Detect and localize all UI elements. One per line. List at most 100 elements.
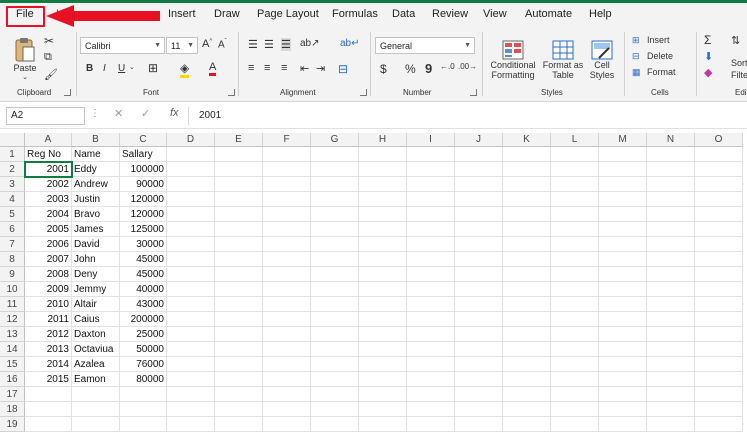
cell-k13[interactable] xyxy=(503,327,551,342)
cell-g12[interactable] xyxy=(311,312,359,327)
cell-d6[interactable] xyxy=(167,222,215,237)
number-format-select[interactable]: General ▼ xyxy=(375,37,475,54)
clear-icon[interactable]: ◆ xyxy=(704,66,712,79)
cell-o17[interactable] xyxy=(695,387,743,402)
cell-g15[interactable] xyxy=(311,357,359,372)
cell-j2[interactable] xyxy=(455,162,503,177)
cell-b6[interactable]: James xyxy=(72,222,120,237)
cell-a11[interactable]: 2010 xyxy=(25,297,72,312)
cell-m15[interactable] xyxy=(599,357,647,372)
cell-h3[interactable] xyxy=(359,177,407,192)
increase-indent-icon[interactable]: ⇥ xyxy=(316,62,325,75)
cell-b10[interactable]: Jemmy xyxy=(72,282,120,297)
cell-n18[interactable] xyxy=(647,402,695,417)
cell-n13[interactable] xyxy=(647,327,695,342)
cell-i2[interactable] xyxy=(407,162,455,177)
cell-d18[interactable] xyxy=(167,402,215,417)
cell-d15[interactable] xyxy=(167,357,215,372)
row-header-4[interactable]: 4 xyxy=(0,192,25,207)
cell-h15[interactable] xyxy=(359,357,407,372)
cell-l19[interactable] xyxy=(551,417,599,432)
cell-e2[interactable] xyxy=(215,162,263,177)
cell-m6[interactable] xyxy=(599,222,647,237)
column-header-e[interactable]: E xyxy=(215,133,263,147)
orientation-icon[interactable]: ab↗ xyxy=(300,38,320,49)
cell-b11[interactable]: Altair xyxy=(72,297,120,312)
cell-h1[interactable] xyxy=(359,147,407,162)
cell-b14[interactable]: Octaviua xyxy=(72,342,120,357)
cell-f13[interactable] xyxy=(263,327,311,342)
font-name-select[interactable]: Calibri ▼ xyxy=(80,37,165,54)
cell-l18[interactable] xyxy=(551,402,599,417)
cell-o13[interactable] xyxy=(695,327,743,342)
cell-a1[interactable]: Reg No xyxy=(25,147,72,162)
cell-d17[interactable] xyxy=(167,387,215,402)
cell-o16[interactable] xyxy=(695,372,743,387)
top-align-icon[interactable]: ☰ xyxy=(248,38,258,51)
cell-n15[interactable] xyxy=(647,357,695,372)
cell-h18[interactable] xyxy=(359,402,407,417)
cell-e15[interactable] xyxy=(215,357,263,372)
cell-c13[interactable]: 25000 xyxy=(120,327,167,342)
tab-insert[interactable]: Insert xyxy=(168,8,196,20)
cell-k11[interactable] xyxy=(503,297,551,312)
cell-i5[interactable] xyxy=(407,207,455,222)
tab-page-layout[interactable]: Page Layout xyxy=(257,8,319,20)
cell-k18[interactable] xyxy=(503,402,551,417)
cancel-icon[interactable]: ✕ xyxy=(114,107,123,120)
cell-a2[interactable]: 2001 xyxy=(25,162,72,177)
cell-e19[interactable] xyxy=(215,417,263,432)
cell-l3[interactable] xyxy=(551,177,599,192)
cell-g7[interactable] xyxy=(311,237,359,252)
cell-b17[interactable] xyxy=(72,387,120,402)
cell-d16[interactable] xyxy=(167,372,215,387)
cell-j10[interactable] xyxy=(455,282,503,297)
row-header-16[interactable]: 16 xyxy=(0,372,25,387)
cell-c15[interactable]: 76000 xyxy=(120,357,167,372)
cell-e5[interactable] xyxy=(215,207,263,222)
cell-d12[interactable] xyxy=(167,312,215,327)
cell-k7[interactable] xyxy=(503,237,551,252)
cell-l16[interactable] xyxy=(551,372,599,387)
cell-c12[interactable]: 200000 xyxy=(120,312,167,327)
cell-l6[interactable] xyxy=(551,222,599,237)
font-launcher-icon[interactable] xyxy=(228,89,235,96)
insert-cells-icon[interactable]: ⊞ xyxy=(632,35,640,46)
cell-g17[interactable] xyxy=(311,387,359,402)
cell-d4[interactable] xyxy=(167,192,215,207)
cell-d13[interactable] xyxy=(167,327,215,342)
cell-g8[interactable] xyxy=(311,252,359,267)
row-header-6[interactable]: 6 xyxy=(0,222,25,237)
cell-c16[interactable]: 80000 xyxy=(120,372,167,387)
cell-k5[interactable] xyxy=(503,207,551,222)
row-header-18[interactable]: 18 xyxy=(0,402,25,417)
cell-h17[interactable] xyxy=(359,387,407,402)
cell-l11[interactable] xyxy=(551,297,599,312)
cell-j16[interactable] xyxy=(455,372,503,387)
cell-h19[interactable] xyxy=(359,417,407,432)
cell-c5[interactable]: 120000 xyxy=(120,207,167,222)
row-header-15[interactable]: 15 xyxy=(0,357,25,372)
underline-dropdown-icon[interactable]: ⌄ xyxy=(129,63,135,71)
cell-l12[interactable] xyxy=(551,312,599,327)
cell-i13[interactable] xyxy=(407,327,455,342)
increase-decimal-icon[interactable]: ←.0 xyxy=(440,62,455,71)
cell-b5[interactable]: Bravo xyxy=(72,207,120,222)
cell-m3[interactable] xyxy=(599,177,647,192)
cell-e4[interactable] xyxy=(215,192,263,207)
cell-c3[interactable]: 90000 xyxy=(120,177,167,192)
cell-b13[interactable]: Daxton xyxy=(72,327,120,342)
cell-o8[interactable] xyxy=(695,252,743,267)
cell-f12[interactable] xyxy=(263,312,311,327)
cell-l2[interactable] xyxy=(551,162,599,177)
cell-j11[interactable] xyxy=(455,297,503,312)
cell-c14[interactable]: 50000 xyxy=(120,342,167,357)
cell-l10[interactable] xyxy=(551,282,599,297)
insert-cells-button[interactable]: Insert xyxy=(647,35,670,45)
cell-i16[interactable] xyxy=(407,372,455,387)
row-header-2[interactable]: 2 xyxy=(0,162,25,177)
borders-icon[interactable]: ⊞ xyxy=(148,61,158,75)
row-header-9[interactable]: 9 xyxy=(0,267,25,282)
row-header-10[interactable]: 10 xyxy=(0,282,25,297)
cell-j4[interactable] xyxy=(455,192,503,207)
